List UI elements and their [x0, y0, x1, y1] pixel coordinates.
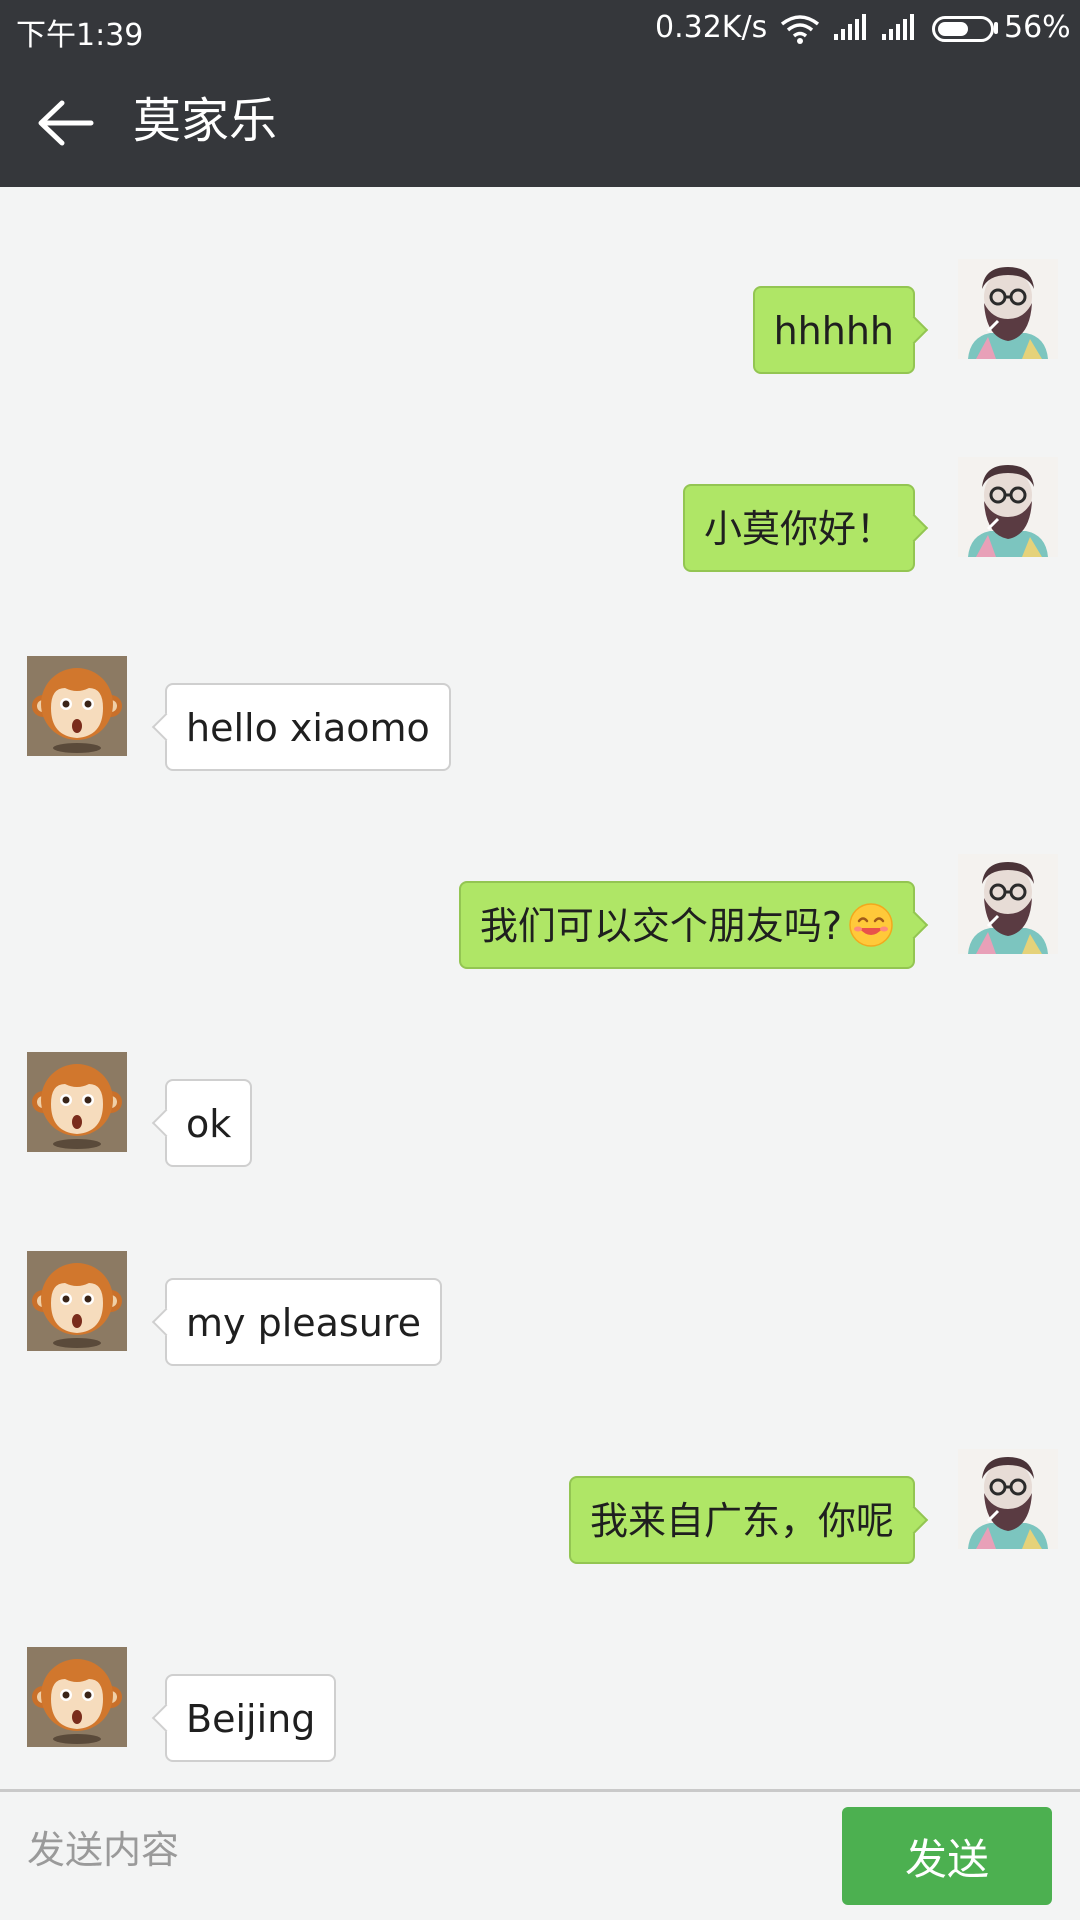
my-message-bubble[interactable]: hhhhh [752, 286, 915, 374]
my-avatar[interactable] [958, 1449, 1058, 1549]
message-row: hhhhh [0, 259, 1080, 374]
message-row: my pleasure [0, 1251, 1080, 1366]
message-composer: 发送 [0, 1789, 1080, 1920]
battery-nub [994, 22, 998, 34]
message-row: 小莫你好！ [0, 457, 1080, 572]
my-message-bubble[interactable]: 我来自广东，你呢 [568, 1476, 915, 1564]
arrow-left-icon [38, 100, 94, 146]
monkey-avatar-icon [27, 1251, 127, 1351]
contact-name: 莫家乐 [133, 93, 278, 149]
my-avatar[interactable] [958, 457, 1058, 557]
bearded-man-avatar-icon [958, 259, 1058, 359]
contact-avatar[interactable] [27, 656, 127, 756]
contact-message-bubble[interactable]: hello xiaomo [165, 683, 451, 771]
wifi-icon [780, 15, 820, 44]
title-bar: 莫家乐 [0, 57, 1080, 187]
monkey-avatar-icon [27, 1052, 127, 1152]
bearded-man-avatar-icon [958, 854, 1058, 954]
bearded-man-avatar-icon [958, 457, 1058, 557]
contact-avatar[interactable] [27, 1052, 127, 1152]
chat-list[interactable]: hhhhh 小莫你好！ hello xiaomo 我们可以交个朋友吗? ok m… [0, 187, 1080, 1789]
message-input[interactable] [27, 1816, 807, 1884]
back-button[interactable] [30, 95, 100, 151]
contact-message-bubble[interactable]: Beijing [165, 1674, 337, 1762]
monkey-avatar-icon [27, 656, 127, 756]
message-row: 我们可以交个朋友吗? [0, 854, 1080, 969]
send-button[interactable]: 发送 [842, 1807, 1052, 1905]
battery-icon [932, 16, 994, 42]
message-text: 我们可以交个朋友吗? [479, 904, 842, 948]
monkey-avatar-icon [27, 1647, 127, 1747]
message-row: 我来自广东，你呢 [0, 1449, 1080, 1564]
my-message-bubble[interactable]: 小莫你好！ [682, 484, 915, 572]
message-row: ok [0, 1052, 1080, 1167]
contact-message-bubble[interactable]: my pleasure [165, 1278, 442, 1366]
my-avatar[interactable] [958, 854, 1058, 954]
message-row: hello xiaomo [0, 656, 1080, 771]
my-avatar[interactable] [958, 259, 1058, 359]
message-row: Beijing [0, 1647, 1080, 1762]
signal-icon [834, 14, 866, 40]
status-bar: 下午1:39 0.32K/s 56% [0, 0, 1080, 57]
status-time: 下午1:39 [16, 18, 144, 53]
contact-avatar[interactable] [27, 1251, 127, 1351]
smiling-face-emoji-icon [849, 902, 893, 947]
battery-percent: 56% [1004, 10, 1071, 45]
contact-message-bubble[interactable]: ok [165, 1079, 253, 1167]
contact-avatar[interactable] [27, 1647, 127, 1747]
my-message-bubble[interactable]: 我们可以交个朋友吗? [458, 881, 915, 969]
bearded-man-avatar-icon [958, 1449, 1058, 1549]
network-speed: 0.32K/s [655, 10, 768, 45]
signal-icon-2 [882, 14, 914, 40]
